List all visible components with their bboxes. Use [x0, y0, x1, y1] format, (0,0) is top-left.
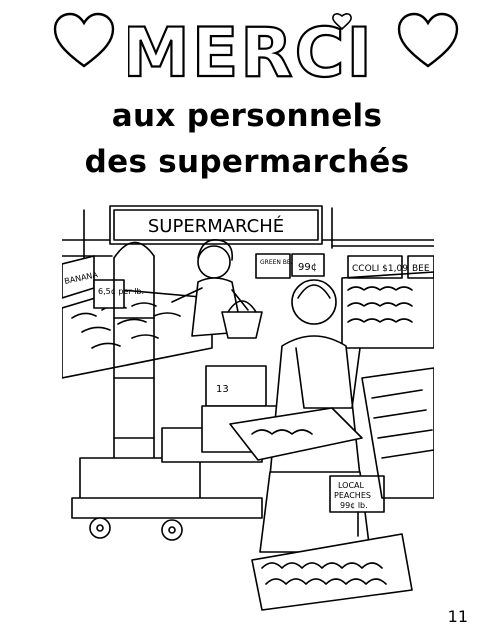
price-99-sign: 99¢: [298, 262, 317, 273]
peaches-sign-line-3: 99¢ lb.: [340, 501, 368, 510]
price-tag-sign: 6,5¢ per lb.: [98, 287, 144, 296]
peaches-sign-line-1: LOCAL: [338, 481, 365, 490]
heart-icon: [53, 12, 115, 68]
page-title: MERCI: [128, 14, 368, 88]
peaches-sign-line-2: PEACHES: [334, 491, 371, 500]
supermarket-illustration: SUPERMARCHÉ GREEN BEANS 99¢ CCOLI $1,09 …: [62, 205, 434, 611]
heart-icon: [397, 12, 459, 68]
title-merci: MERCI: [128, 13, 368, 88]
store-sign-text: SUPERMARCHÉ: [148, 215, 284, 237]
broccoli-sign: CCOLI $1,09: [352, 264, 408, 274]
subtitle-line-1: aux personnels: [111, 98, 383, 134]
box-label: 13: [216, 384, 229, 395]
page-number: 11: [447, 607, 468, 626]
subtitle-line-2: des supermarchés: [84, 144, 410, 180]
